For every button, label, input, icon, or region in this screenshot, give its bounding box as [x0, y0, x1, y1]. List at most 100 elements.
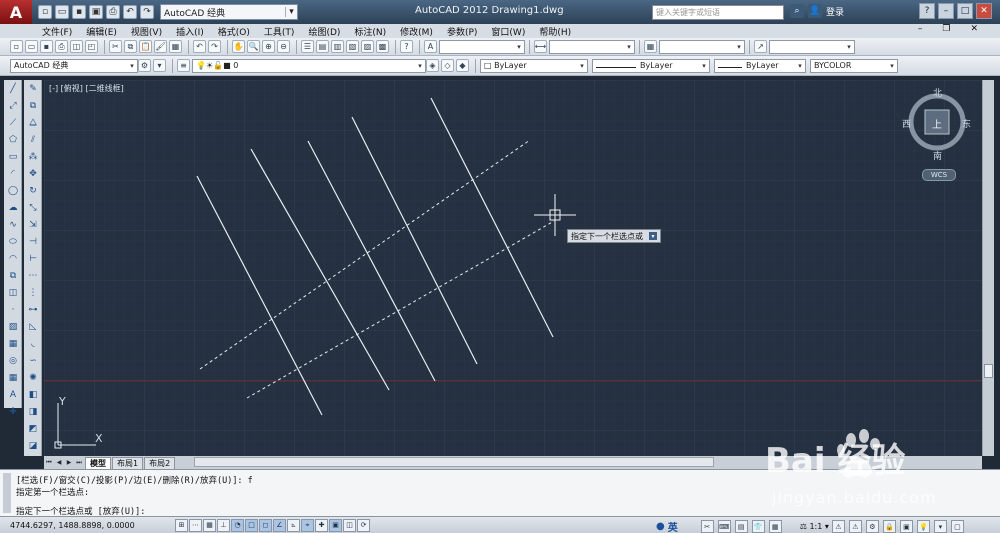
sheet-set-icon[interactable]: ▧	[346, 40, 359, 53]
tool-palettes-icon[interactable]: ▥	[331, 40, 344, 53]
status-menu-icon[interactable]: ▾	[933, 520, 947, 533]
properties-icon[interactable]: ☰	[301, 40, 314, 53]
save-as-icon[interactable]: ▣	[89, 5, 103, 19]
3d-object-snap-icon[interactable]: ◻	[259, 518, 272, 532]
object-snap-icon[interactable]: □	[245, 518, 258, 532]
line-icon[interactable]: ╱	[5, 81, 21, 97]
last-tab-icon[interactable]: ⏭	[74, 458, 84, 468]
snap-mode-icon[interactable]: ⋯	[189, 518, 202, 532]
save-icon[interactable]: ▪	[40, 40, 53, 53]
color-select[interactable]: □ ByLayer ▾	[480, 58, 588, 73]
shirt-icon[interactable]: 👕	[751, 520, 765, 533]
scissors-icon[interactable]: ✂	[700, 520, 714, 533]
workspace-settings-icon[interactable]: ⚙	[138, 59, 151, 72]
multileader-style-select[interactable]: ▾	[769, 39, 855, 54]
viewcube-north[interactable]: 北	[933, 86, 942, 99]
menu-insert[interactable]: 插入(I)	[176, 25, 204, 38]
pan-icon[interactable]: ✋	[232, 40, 245, 53]
keyboard-icon[interactable]: ⌨	[717, 520, 731, 533]
match-properties-icon[interactable]: 🖌	[154, 40, 167, 53]
horizontal-scrollbar[interactable]	[194, 457, 714, 467]
plot-icon[interactable]: ⎙	[55, 40, 68, 53]
copy-icon[interactable]: ⧉	[124, 40, 137, 53]
mtext-icon[interactable]: A	[5, 387, 21, 403]
draworder-back-icon[interactable]: ◨	[25, 404, 41, 420]
quick-properties-icon[interactable]: ◫	[343, 518, 356, 532]
spline-icon[interactable]: ∿	[5, 217, 21, 233]
add-selected-icon[interactable]: ✚	[5, 404, 21, 420]
draworder-front-icon[interactable]: ◧	[25, 387, 41, 403]
layer-state-icon[interactable]: ◆	[456, 59, 469, 72]
scroll-thumb[interactable]	[984, 364, 993, 378]
block-editor-icon[interactable]: ▦	[169, 40, 182, 53]
lineweight-icon[interactable]: ✚	[315, 518, 328, 532]
dynamic-input-icon[interactable]: ⌖	[301, 518, 314, 532]
menu-draw[interactable]: 绘图(D)	[308, 25, 340, 38]
trim-icon[interactable]: ⊣	[25, 234, 41, 250]
selection-cycling-icon[interactable]: ⟳	[357, 518, 370, 532]
annotation-scale[interactable]: ⚖ 1:1 ▾	[800, 522, 829, 531]
lineweight-select[interactable]: ByLayer ▾	[714, 58, 806, 73]
dynamic-ucs-icon[interactable]: ⦝	[287, 518, 300, 532]
menu-file[interactable]: 文件(F)	[42, 25, 72, 38]
polygon-icon[interactable]: ⬠	[5, 132, 21, 148]
save-icon[interactable]: ▪	[72, 5, 86, 19]
help-icon[interactable]: ?	[400, 40, 413, 53]
user-icon[interactable]: 👤	[808, 4, 822, 18]
gradient-icon[interactable]: ▦	[5, 336, 21, 352]
menu-format[interactable]: 格式(O)	[218, 25, 250, 38]
menu-view[interactable]: 视图(V)	[131, 25, 162, 38]
grid-menu-icon[interactable]: ▦	[768, 520, 782, 533]
blend-curves-icon[interactable]: ∽	[25, 353, 41, 369]
offset-icon[interactable]: ⫽	[25, 132, 41, 148]
hatch-icon[interactable]: ▨	[5, 319, 21, 335]
viewport-controls[interactable]: [-] [俯视] [二维线框]	[49, 83, 124, 94]
menu-edit[interactable]: 编辑(E)	[86, 25, 117, 38]
region-icon[interactable]: ◎	[5, 353, 21, 369]
close-button[interactable]: ✕	[976, 3, 992, 19]
search-input[interactable]: 键入关键字或短语	[652, 5, 784, 20]
markup-icon[interactable]: ▨	[361, 40, 374, 53]
infer-constraints-icon[interactable]: ⊞	[175, 518, 188, 532]
vertical-scrollbar[interactable]	[982, 80, 994, 456]
multileader-style-icon[interactable]: ↗	[754, 40, 767, 53]
join-icon[interactable]: ⊶	[25, 302, 41, 318]
skin-icon[interactable]: ▤	[734, 520, 748, 533]
chamfer-icon[interactable]: ◺	[25, 319, 41, 335]
undo-icon[interactable]: ↶	[123, 5, 137, 19]
drawing-area[interactable]: [-] [俯视] [二维线框] 北 南 东 西 上 WCS Y X 指定下一个栏…	[44, 80, 982, 456]
copy-object-icon[interactable]: ⧉	[25, 98, 41, 114]
ellipse-icon[interactable]: ⬭	[5, 234, 21, 250]
scale-icon[interactable]: ⤡	[25, 200, 41, 216]
fillet-icon[interactable]: ◟	[25, 336, 41, 352]
grid-display-icon[interactable]: ▦	[203, 518, 216, 532]
draworder-under-icon[interactable]: ◪	[25, 438, 41, 454]
workspace-select[interactable]: AutoCAD 经典 ▾	[10, 58, 138, 73]
zoom-realtime-icon[interactable]: 🔍	[247, 40, 260, 53]
design-center-icon[interactable]: ▤	[316, 40, 329, 53]
undo-icon[interactable]: ↶	[193, 40, 206, 53]
menu-window[interactable]: 窗口(W)	[491, 25, 525, 38]
clean-screen-icon[interactable]: ▢	[950, 520, 964, 533]
workspace-switcher[interactable]: AutoCAD 经典 ▾	[160, 4, 298, 20]
array-icon[interactable]: ⁂	[25, 149, 41, 165]
rectangle-icon[interactable]: ▭	[5, 149, 21, 165]
object-snap-tracking-icon[interactable]: ∠	[273, 518, 286, 532]
viewcube-south[interactable]: 南	[933, 149, 942, 162]
viewcube-top[interactable]: 上	[932, 116, 942, 131]
command-window-grip[interactable]	[3, 473, 11, 513]
erase-icon[interactable]: ✎	[25, 81, 41, 97]
tab-layout2[interactable]: 布局2	[144, 456, 176, 469]
text-style-icon[interactable]: A	[424, 40, 437, 53]
polar-tracking-icon[interactable]: ◔	[231, 518, 244, 532]
make-current-layer-icon[interactable]: ◈	[426, 59, 439, 72]
insert-block-icon[interactable]: ⧉	[5, 268, 21, 284]
plotstyle-select[interactable]: BYCOLOR ▾	[810, 58, 898, 73]
new-icon[interactable]: ▫	[38, 5, 52, 19]
paste-icon[interactable]: 📋	[139, 40, 152, 53]
dim-style-select[interactable]: ▾	[549, 39, 635, 54]
construction-line-icon[interactable]: ⤢	[5, 98, 21, 114]
publish-icon[interactable]: ◰	[85, 40, 98, 53]
rotate-icon[interactable]: ↻	[25, 183, 41, 199]
open-icon[interactable]: ▭	[55, 5, 69, 19]
